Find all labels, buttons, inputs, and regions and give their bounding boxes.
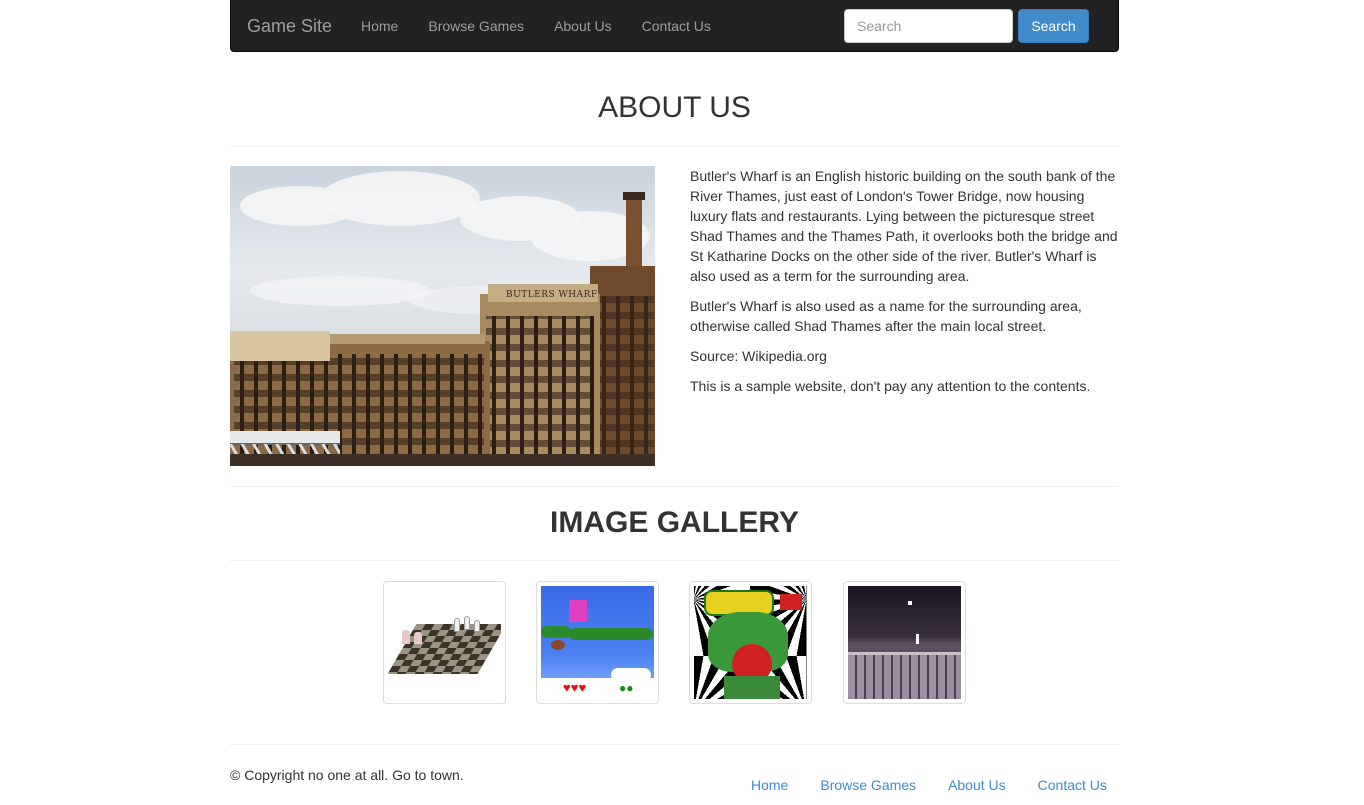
footer-link-browse-games[interactable]: Browse Games <box>805 776 931 794</box>
footer-link-home[interactable]: Home <box>736 776 803 794</box>
comic-cover-thumbnail[interactable] <box>689 581 812 704</box>
footer-link-about-us[interactable]: About Us <box>933 776 1021 794</box>
night-city-thumbnail[interactable] <box>843 581 966 704</box>
top-navbar: Game Site Home Browse Games About Us Con… <box>230 0 1119 52</box>
nav-link-browse-games[interactable]: Browse Games <box>413 0 539 52</box>
disclaimer-paragraph: This is a sample website, don't pay any … <box>690 378 1091 394</box>
about-text: Butler's Wharf is an English historic bu… <box>690 166 1120 406</box>
platformer-thumbnail[interactable]: ♥♥♥ ●● <box>536 581 659 704</box>
nav-link-contact-us[interactable]: Contact Us <box>627 0 726 52</box>
nav-links: Home Browse Games About Us Contact Us <box>346 0 726 52</box>
about-us-heading: ABOUT US <box>598 91 751 124</box>
source-paragraph: Source: Wikipedia.org <box>690 348 827 364</box>
about-paragraph: Butler's Wharf is also used as a name fo… <box>690 298 1082 334</box>
search-input[interactable] <box>844 9 1013 43</box>
copyright-text: © Copyright no one at all. Go to town. <box>230 767 464 783</box>
footer-divider <box>230 744 1119 745</box>
nav-link-about-us[interactable]: About Us <box>539 0 627 52</box>
image-gallery-heading: IMAGE GALLERY <box>550 506 799 539</box>
gallery-heading-divider <box>230 560 1119 561</box>
search-button[interactable]: Search <box>1018 9 1089 43</box>
about-heading-divider <box>230 146 1119 147</box>
footer-links: Home Browse Games About Us Contact Us <box>736 776 1122 794</box>
nav-link-home[interactable]: Home <box>346 0 413 52</box>
site-brand-link[interactable]: Game Site <box>247 15 332 37</box>
building-sign: BUTLERS WHARF <box>506 290 598 300</box>
about-paragraph: Butler's Wharf is an English historic bu… <box>690 168 1118 284</box>
footer-link-contact-us[interactable]: Contact Us <box>1023 776 1122 794</box>
butlers-wharf-image: BUTLERS WHARF <box>230 166 655 466</box>
gallery-top-divider <box>230 486 1119 487</box>
chessboard-thumbnail[interactable] <box>383 581 506 704</box>
